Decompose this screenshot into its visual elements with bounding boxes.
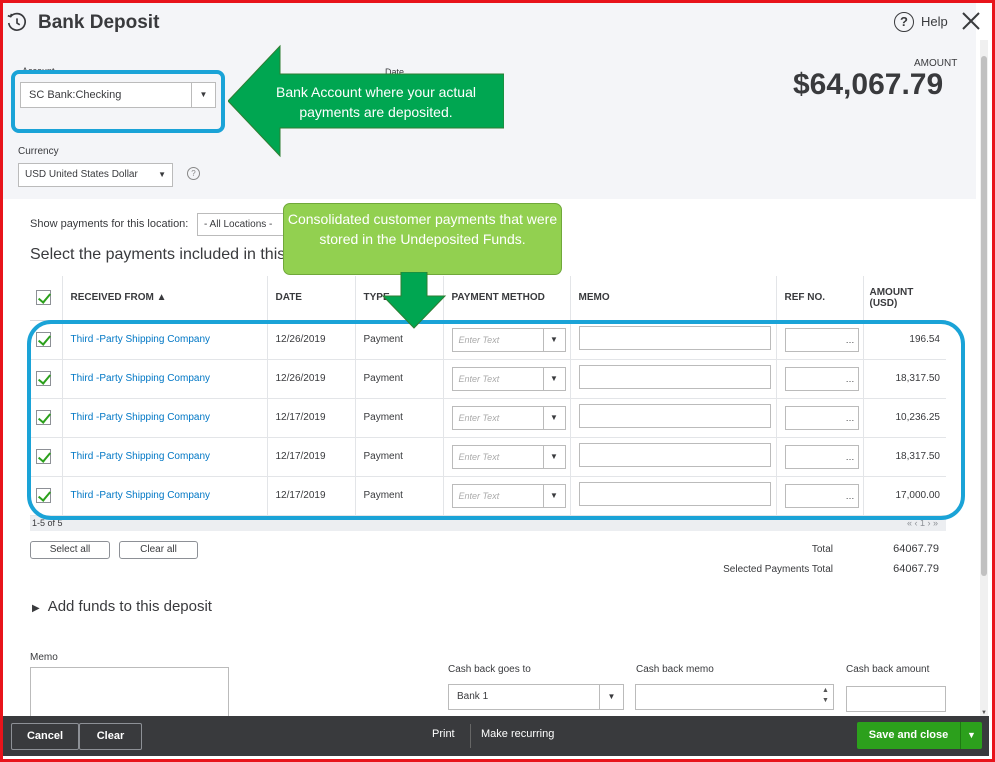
- column-header-payment-method[interactable]: PAYMENT METHOD: [443, 276, 571, 321]
- column-header-date[interactable]: DATE: [267, 276, 356, 321]
- cash-back-goes-value: Bank 1: [457, 691, 489, 702]
- help-link[interactable]: Help: [921, 14, 948, 29]
- help-icon[interactable]: ?: [894, 12, 914, 32]
- column-header-memo[interactable]: MEMO: [570, 276, 777, 321]
- clear-button[interactable]: Clear: [79, 723, 142, 750]
- chevron-down-icon: ▼: [599, 685, 623, 709]
- cash-back-amount-label: Cash back amount: [846, 664, 930, 675]
- select-all-checkbox-cell[interactable]: [30, 276, 63, 321]
- cash-back-memo-input[interactable]: [635, 684, 834, 710]
- account-highlight: [11, 70, 225, 133]
- add-funds-label: Add funds to this deposit: [47, 598, 212, 615]
- scrollbar-thumb[interactable]: [981, 56, 987, 576]
- vertical-scrollbar[interactable]: ▼: [980, 40, 988, 716]
- column-header-received-from[interactable]: RECEIVED FROM ▲: [62, 276, 268, 321]
- total-value: 64067.79: [893, 543, 939, 555]
- cash-back-goes-label: Cash back goes to: [448, 664, 531, 675]
- cash-back-amount-input[interactable]: [846, 686, 946, 712]
- cancel-button[interactable]: Cancel: [11, 723, 79, 750]
- print-link[interactable]: Print: [432, 728, 455, 740]
- cash-back-goes-select[interactable]: Bank 1 ▼: [448, 684, 624, 710]
- currency-label: Currency: [18, 146, 59, 157]
- chevron-down-icon: ▼: [158, 170, 166, 179]
- clear-all-button[interactable]: Clear all: [119, 541, 198, 559]
- triangle-right-icon: ▶: [32, 603, 40, 614]
- amount-value: $64,067.79: [793, 68, 944, 101]
- memo-label: Memo: [30, 652, 58, 663]
- footer-divider: [470, 724, 471, 748]
- add-funds-toggle[interactable]: ▶ Add funds to this deposit: [32, 598, 212, 615]
- selected-total-label: Selected Payments Total: [723, 564, 833, 575]
- spinner-icon[interactable]: ▲ ▼: [822, 686, 829, 706]
- select-all-button[interactable]: Select all: [30, 541, 110, 559]
- cash-back-memo-label: Cash back memo: [636, 664, 714, 675]
- make-recurring-link[interactable]: Make recurring: [481, 728, 554, 740]
- memo-textarea[interactable]: [30, 667, 229, 719]
- location-select[interactable]: - All Locations -: [197, 213, 289, 236]
- currency-value: USD United States Dollar: [25, 169, 138, 180]
- footer-bar: Cancel Clear Print Make recurring Save a…: [3, 716, 989, 756]
- question-icon[interactable]: ?: [187, 167, 200, 180]
- save-and-close-button[interactable]: Save and close: [857, 722, 960, 749]
- checkbox[interactable]: [36, 290, 51, 306]
- table-header-row: RECEIVED FROM ▲ DATE TYPE PAYMENT METHOD…: [30, 276, 946, 321]
- currency-select[interactable]: USD United States Dollar ▼: [18, 163, 173, 187]
- page-title: Bank Deposit: [38, 12, 160, 33]
- payments-highlight: [27, 320, 965, 520]
- history-icon[interactable]: [6, 12, 28, 34]
- down-arrow-icon: [381, 272, 447, 329]
- section-heading: Select the payments included in this dep…: [30, 246, 292, 263]
- selected-total-value: 64067.79: [893, 563, 939, 575]
- total-label: Total: [811, 544, 833, 555]
- close-icon[interactable]: [960, 10, 982, 32]
- column-header-ref-no[interactable]: REF NO.: [776, 276, 864, 321]
- consolidated-callout: Consolidated customer payments that were…: [283, 203, 562, 275]
- column-header-amount[interactable]: AMOUNT (USD): [863, 276, 946, 321]
- account-callout-text: Bank Account where your actual payments …: [275, 84, 476, 120]
- chevron-down-icon[interactable]: ▼: [960, 722, 982, 749]
- location-label: Show payments for this location:: [30, 218, 189, 230]
